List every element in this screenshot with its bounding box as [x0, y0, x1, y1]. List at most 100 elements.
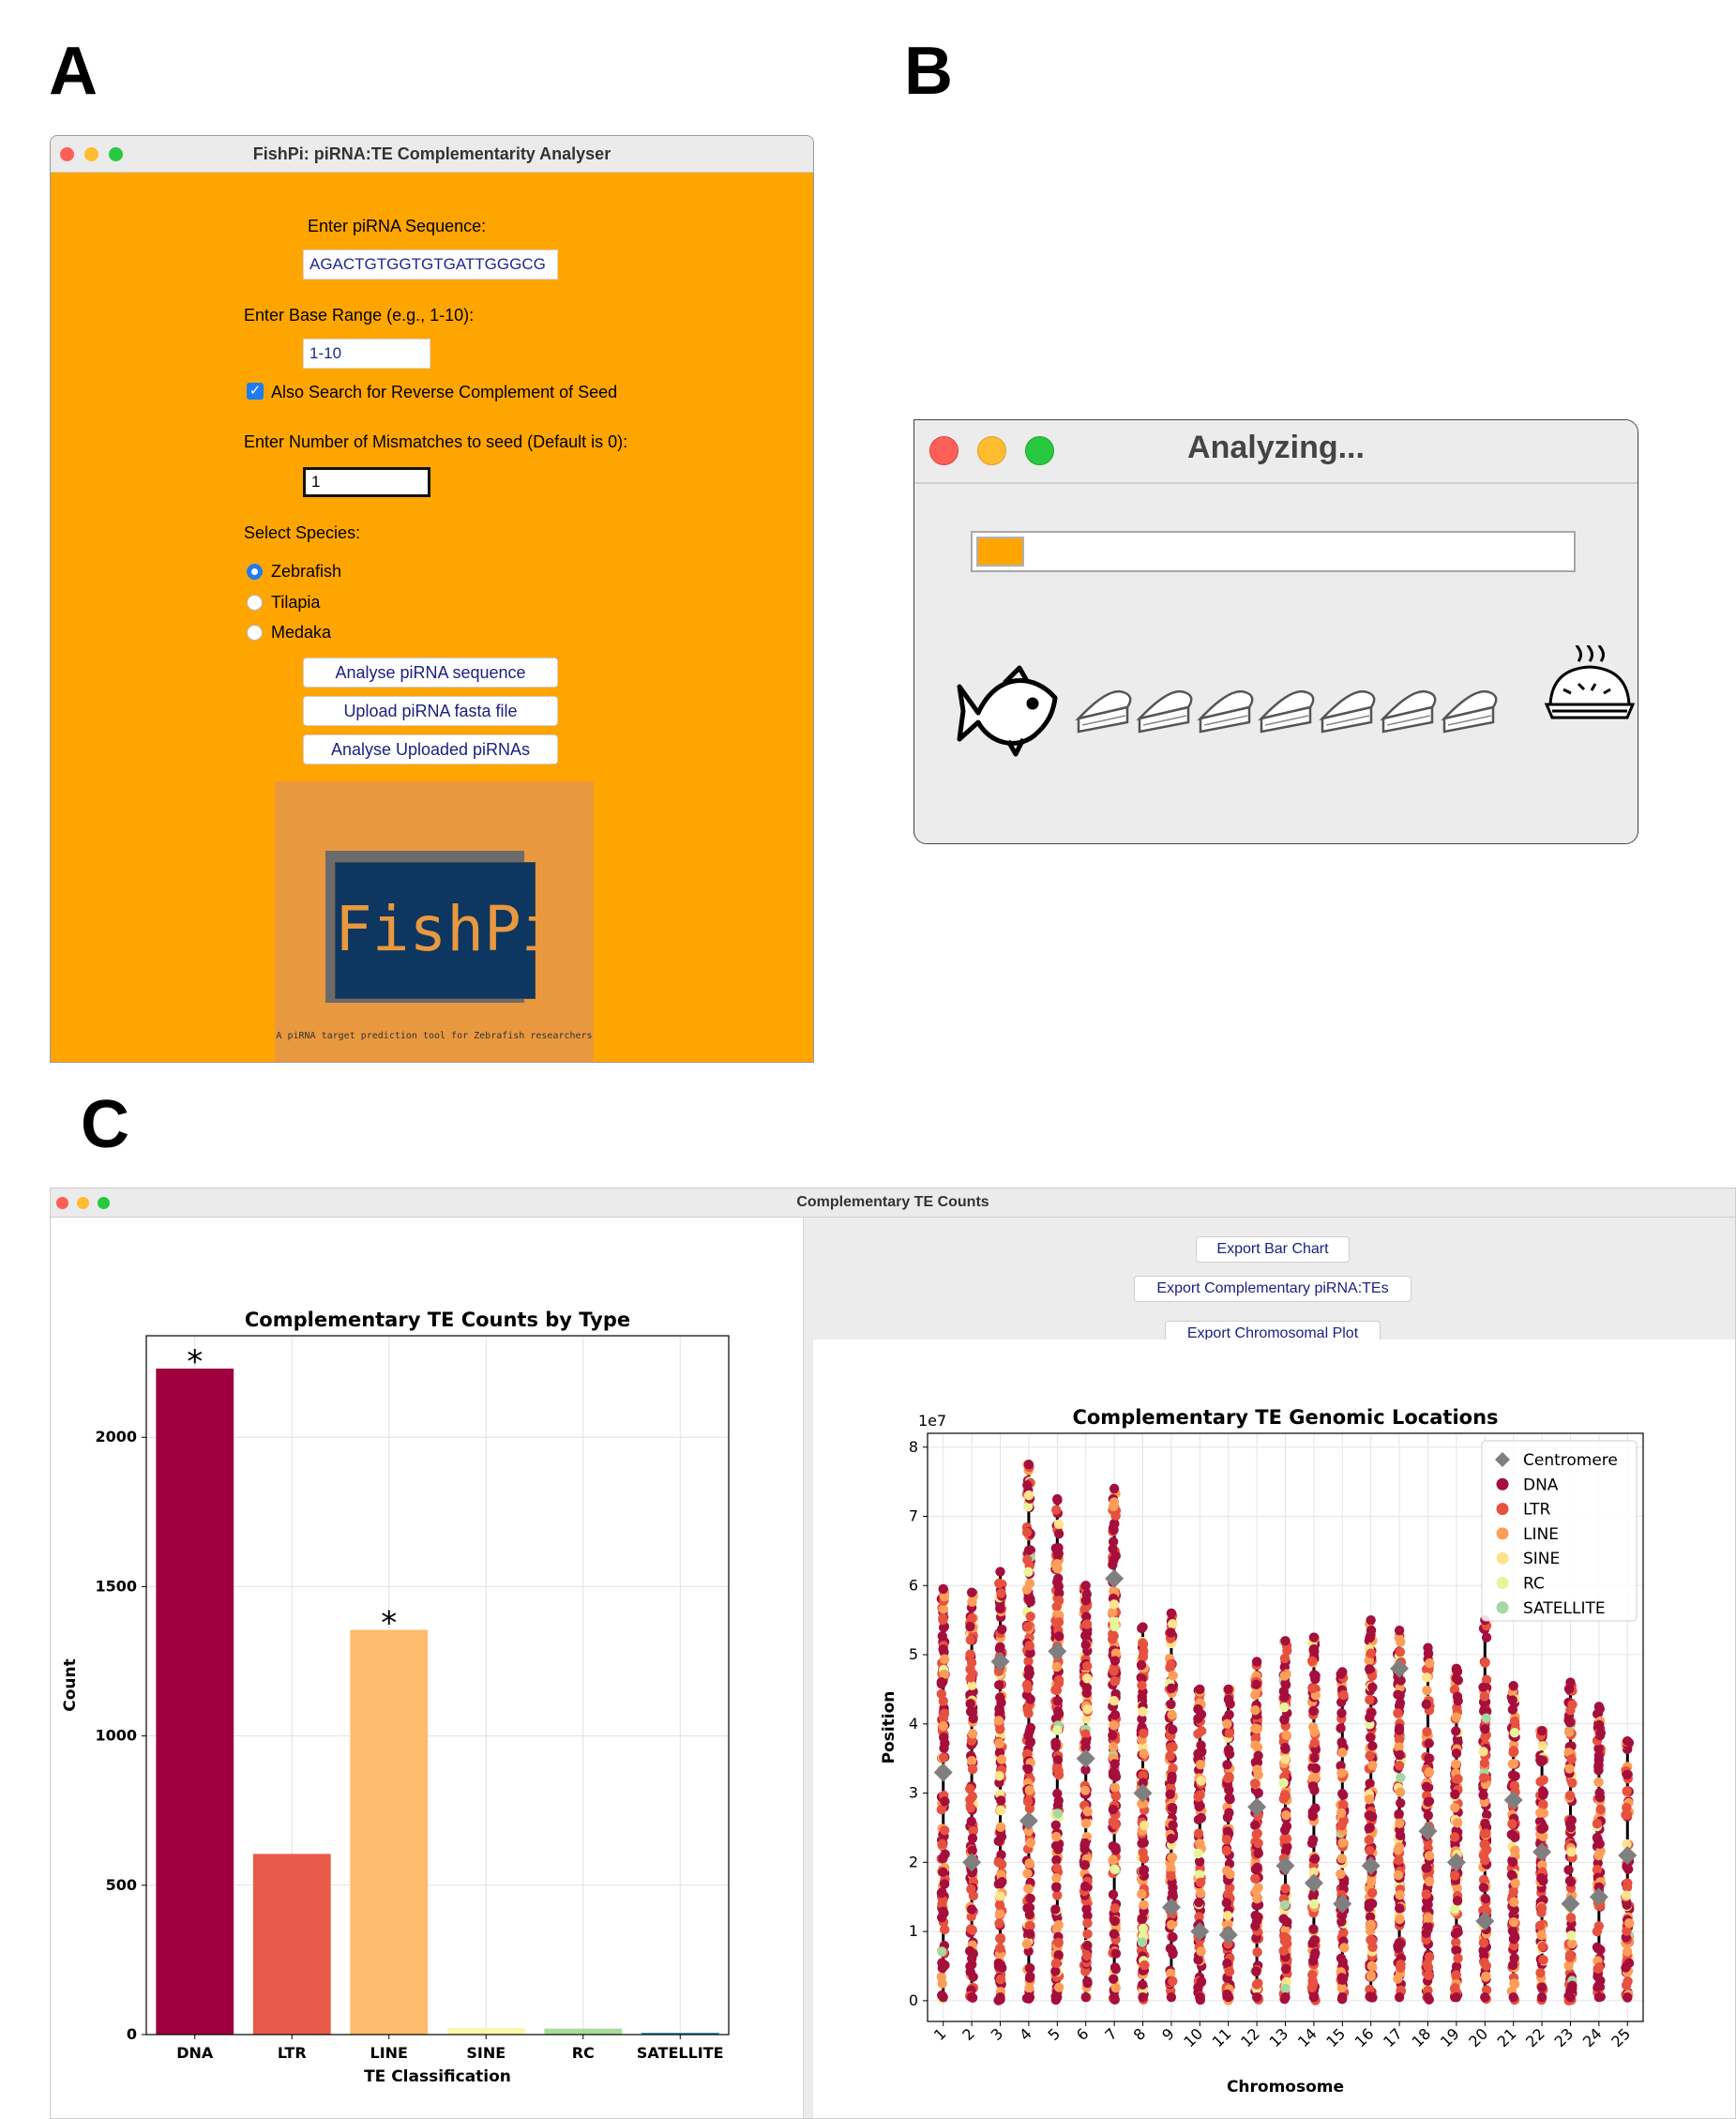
te-point [1082, 1918, 1093, 1929]
centromere-marker [1247, 1797, 1267, 1817]
x-axis-label: Chromosome [1227, 2078, 1344, 2096]
te-point [1449, 1870, 1460, 1881]
te-point [1480, 1657, 1490, 1668]
te-point [1537, 1741, 1548, 1751]
te-point [1025, 1597, 1035, 1607]
te-point [1250, 1723, 1260, 1733]
te-point [1138, 1979, 1148, 1990]
te-point [1168, 1724, 1178, 1735]
te-point [1307, 1979, 1319, 1990]
te-point [1109, 1767, 1119, 1778]
te-point [993, 1836, 1004, 1847]
te-point [937, 1839, 947, 1850]
te-point [1594, 1793, 1606, 1803]
centromere-marker [1218, 1925, 1238, 1945]
te-point [1309, 1854, 1321, 1864]
te-point [996, 1795, 1006, 1806]
te-point [996, 1588, 1006, 1598]
te-point [966, 1991, 977, 2003]
te-point [1025, 1612, 1035, 1622]
revcomp-checkbox[interactable]: ✓ [247, 383, 264, 400]
te-point [1139, 1838, 1149, 1848]
te-point [1394, 1841, 1405, 1853]
legend-marker [1496, 1527, 1509, 1540]
te-point [1593, 1777, 1604, 1788]
te-point [1109, 1974, 1119, 1984]
te-point [1221, 1834, 1232, 1845]
te-point [1108, 1522, 1119, 1534]
sequence-label: Enter piRNA Sequence: [308, 217, 487, 235]
te-point [994, 1908, 1005, 1919]
te-point [1109, 1666, 1119, 1676]
te-point [1195, 1839, 1205, 1849]
te-point [1621, 1980, 1632, 1990]
te-point [1224, 1966, 1235, 1977]
te-point [966, 1884, 976, 1895]
te-point [1367, 1760, 1378, 1771]
te-point [1336, 1820, 1347, 1831]
te-point [1080, 1581, 1091, 1591]
progress-fill [976, 537, 1025, 567]
x-tick-label: 4 [1016, 2024, 1035, 2044]
te-point [939, 1879, 950, 1889]
upload-fasta-button[interactable]: Upload piRNA fasta file [303, 696, 558, 726]
te-point [1021, 1584, 1033, 1595]
te-point [1222, 1718, 1232, 1730]
te-point [1509, 1727, 1520, 1738]
x-tick-label: LTR [278, 2044, 307, 2062]
te-point [1421, 1889, 1431, 1900]
te-point [1081, 1950, 1093, 1961]
te-point [1396, 1962, 1406, 1973]
legend-label: LTR [1523, 1501, 1551, 1520]
te-point [1336, 1973, 1348, 1983]
te-point [1566, 1930, 1577, 1941]
te-point [1423, 1991, 1433, 2003]
sequence-input[interactable]: AGACTGTGGTGTGATTGGGCG [303, 250, 558, 280]
te-point [1509, 1897, 1519, 1908]
te-point [1110, 1709, 1121, 1720]
analyse-uploaded-button[interactable]: Analyse Uploaded piRNAs [303, 734, 558, 764]
revcomp-label: Also Search for Reverse Complement of Se… [271, 383, 618, 401]
te-point [1366, 1887, 1378, 1899]
te-point [1306, 1656, 1318, 1666]
te-point [1252, 1946, 1262, 1958]
centromere-marker [1446, 1853, 1466, 1872]
te-point [1024, 1929, 1035, 1940]
te-point [1166, 1919, 1177, 1930]
te-point [1022, 1796, 1034, 1808]
te-point [1395, 1749, 1405, 1761]
range-input[interactable]: 1-10 [303, 339, 430, 369]
te-point [1278, 1945, 1289, 1957]
te-point [1451, 1991, 1462, 2003]
te-point [1366, 1935, 1378, 1946]
radio-zebrafish[interactable] [247, 564, 263, 580]
te-point [1110, 1915, 1120, 1927]
scatter-title: Complementary TE Genomic Locations [1072, 1406, 1498, 1429]
analyse-sequence-button[interactable]: Analyse piRNA sequence [303, 658, 558, 688]
te-point [1394, 1723, 1405, 1733]
te-point [1309, 1935, 1320, 1945]
counts-titlebar: Complementary TE Counts [51, 1188, 1735, 1218]
y-tick-label: 7 [909, 1507, 918, 1525]
te-point [1280, 1884, 1291, 1894]
te-point [1507, 1960, 1518, 1971]
te-point [1168, 1670, 1178, 1681]
te-point [1366, 1707, 1377, 1718]
y-axis-label: Position [880, 1691, 898, 1764]
te-point [1023, 1763, 1034, 1775]
te-point [1052, 1696, 1064, 1706]
export-bar-chart-button[interactable]: Export Bar Chart [1196, 1236, 1350, 1263]
te-point [1109, 1720, 1119, 1731]
x-tick-label: LINE [370, 2044, 408, 2062]
te-point [1195, 1991, 1205, 2003]
radio-tilapia[interactable] [247, 595, 263, 611]
te-point [1307, 1835, 1319, 1845]
mismatch-input[interactable]: 1 [303, 467, 430, 497]
te-point [997, 1877, 1007, 1887]
te-point [1022, 1554, 1033, 1566]
radio-medaka[interactable] [247, 625, 263, 641]
te-point [1137, 1889, 1147, 1900]
export-complementary-button[interactable]: Export Complementary piRNA:TEs [1134, 1276, 1411, 1302]
te-point [1196, 1946, 1206, 1957]
te-point [1023, 1545, 1034, 1555]
